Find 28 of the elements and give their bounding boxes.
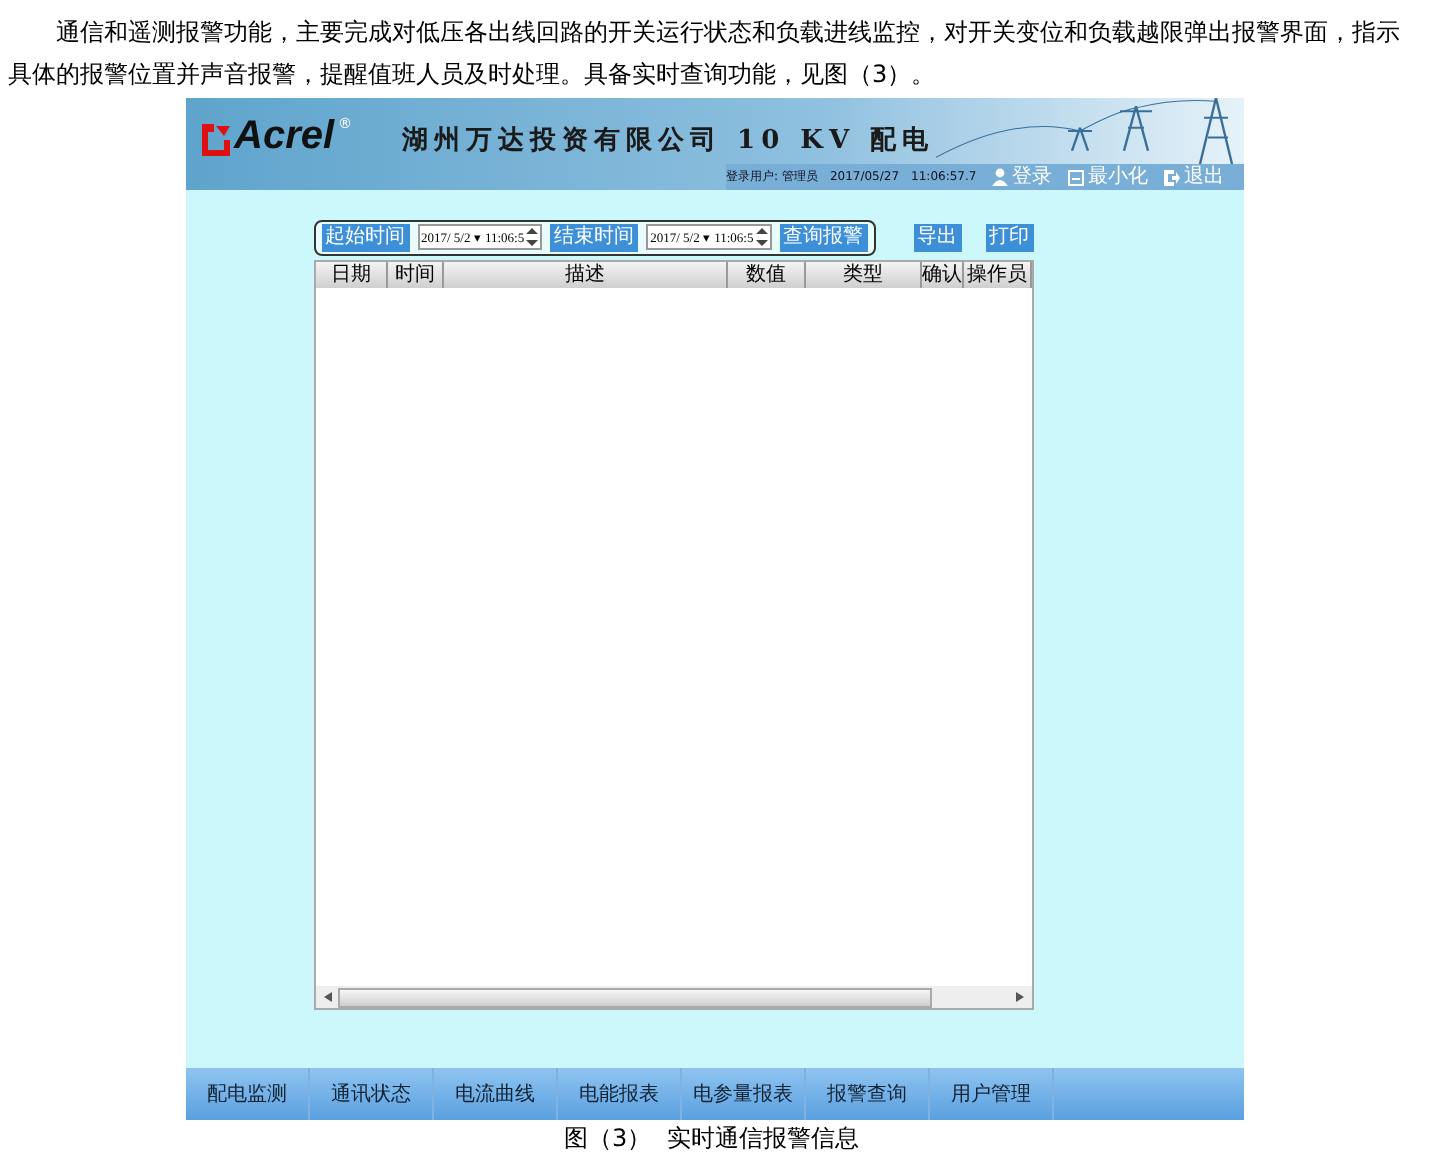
nav-tab[interactable]: 通讯状态: [310, 1068, 434, 1120]
nav-tab[interactable]: 电流曲线: [434, 1068, 558, 1120]
spinner-icon: [526, 228, 539, 246]
column-header[interactable]: 日期: [315, 262, 389, 288]
column-header[interactable]: 类型: [806, 262, 922, 288]
nav-tab[interactable]: 报警查询: [806, 1068, 930, 1120]
user-icon: [992, 168, 1009, 186]
exit-icon: [1164, 169, 1181, 185]
figure-caption: 图（3） 实时通信报警信息: [564, 1122, 861, 1152]
column-header[interactable]: 操作员: [964, 262, 1031, 288]
nav-tab[interactable]: 电参量报表: [682, 1068, 806, 1120]
column-header[interactable]: 时间: [388, 262, 444, 288]
scrollbar-thumb[interactable]: [337, 987, 931, 1007]
column-header[interactable]: 描述: [443, 262, 729, 288]
column-header[interactable]: 数值: [728, 262, 807, 288]
horizontal-scrollbar[interactable]: [315, 986, 1031, 1008]
nav-tab[interactable]: 用户管理: [930, 1068, 1054, 1120]
logo-icon: [202, 124, 230, 156]
scroll-left-icon: [323, 992, 331, 1002]
article-paragraph: 通信和遥测报警功能，主要完成对低压各出线回路的开关运行状态和负载进线监控，对开关变位和负载越限弹出报警界面，指示具体的报警位置并声音报警，提醒值班人员及时处理。具备实时查询功能，见图（3）。: [8, 16, 1402, 92]
nav-tab[interactable]: 配电监测: [186, 1068, 310, 1120]
logo-text: Acrel: [234, 116, 335, 156]
scroll-right-icon: [1015, 992, 1023, 1002]
spinner-icon: [755, 228, 768, 246]
app-title: 湖州万达投资有限公司 10 KV 配电: [402, 124, 935, 158]
column-header[interactable]: 确认: [921, 262, 965, 288]
nav-tab[interactable]: 电能报表: [558, 1068, 682, 1120]
window-icon: [1068, 169, 1085, 185]
